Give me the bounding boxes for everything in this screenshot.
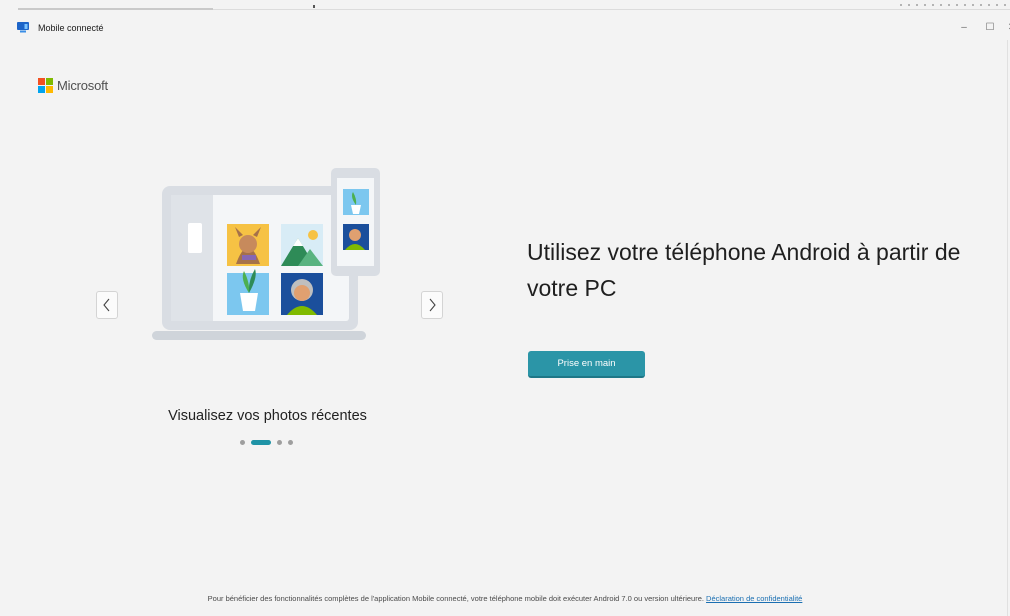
window-right-edge	[1007, 40, 1008, 616]
window-title: Mobile connecté	[38, 23, 104, 33]
top-strip	[0, 0, 1010, 10]
pagination-dot-2-active[interactable]	[251, 440, 271, 445]
photo-mountain	[281, 224, 323, 266]
microsoft-wordmark: Microsoft	[57, 78, 108, 93]
top-strip-bar	[18, 8, 213, 10]
photo-portrait	[281, 273, 323, 315]
slide-caption: Visualisez vos photos récentes	[168, 408, 367, 424]
pagination-dot-3[interactable]	[277, 440, 282, 445]
top-strip-mark	[313, 5, 315, 8]
logo-square-yellow	[46, 86, 53, 93]
photo-plant	[227, 269, 269, 315]
phone-device	[331, 168, 380, 276]
chevron-left-icon	[103, 298, 110, 312]
logo-square-blue	[38, 86, 45, 93]
laptop-sidebar	[171, 195, 213, 321]
get-started-button[interactable]: Prise en main	[528, 351, 645, 378]
phone-link-app-icon	[17, 22, 29, 33]
pagination-dot-1[interactable]	[240, 440, 245, 445]
footer-notice: Pour bénéficier des fonctionnalités comp…	[0, 594, 1010, 603]
sidebar-card	[188, 223, 202, 253]
carousel-prev-button[interactable]	[96, 291, 118, 319]
footer-text: Pour bénéficier des fonctionnalités comp…	[207, 594, 707, 603]
logo-square-red	[38, 78, 45, 85]
minimize-button[interactable]: –	[952, 18, 976, 36]
top-strip-line	[213, 9, 1010, 10]
close-button[interactable]: ✕	[1000, 18, 1010, 36]
top-strip-dotted	[900, 4, 1010, 6]
maximize-button[interactable]: ☐	[978, 18, 1002, 36]
photo-dog	[227, 224, 269, 266]
laptop-base	[152, 331, 366, 340]
microsoft-logo-icon	[38, 78, 53, 93]
chevron-right-icon	[429, 298, 436, 312]
pagination-dot-4[interactable]	[288, 440, 293, 445]
photos-illustration	[152, 168, 380, 340]
microsoft-logo: Microsoft	[38, 78, 108, 93]
privacy-statement-link[interactable]: Déclaration de confidentialité	[706, 594, 802, 603]
carousel-next-button[interactable]	[421, 291, 443, 319]
title-bar: Mobile connecté – ☐ ✕	[0, 12, 1010, 42]
logo-square-green	[46, 78, 53, 85]
carousel-pagination	[240, 440, 293, 445]
page-headline: Utilisez votre téléphone Android à parti…	[527, 239, 961, 301]
